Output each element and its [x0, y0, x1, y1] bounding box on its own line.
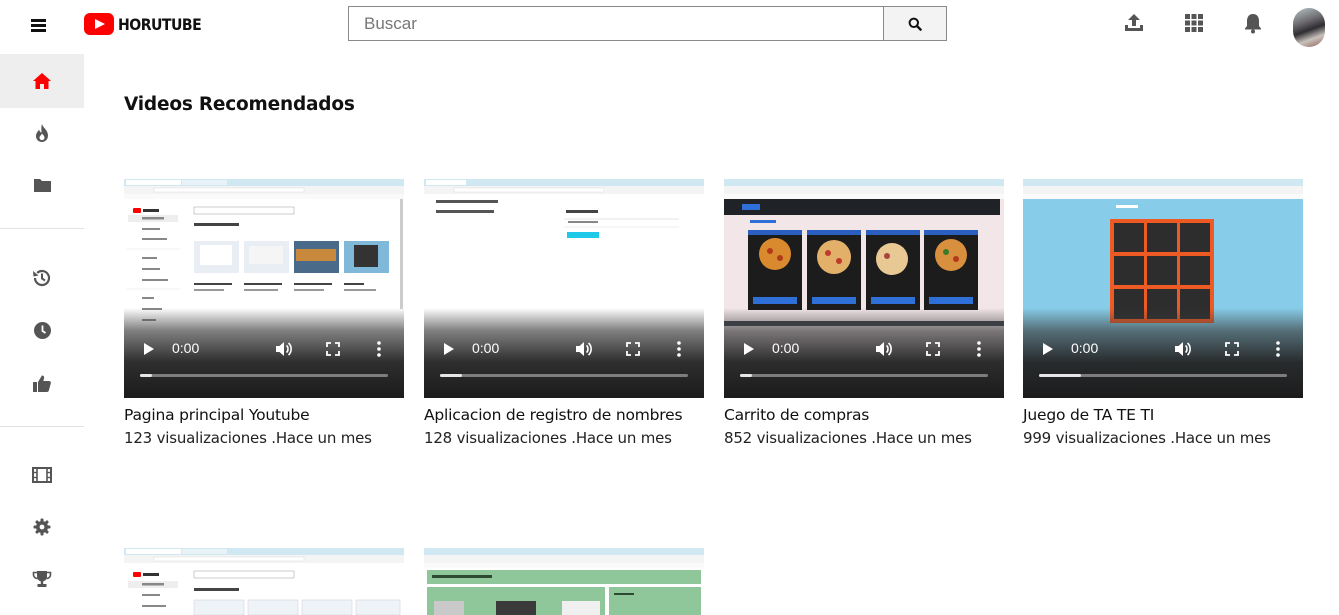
bell-icon[interactable]: [1241, 11, 1265, 35]
trophy-icon: [32, 571, 52, 587]
sidebar-item-watch-later[interactable]: [0, 303, 84, 357]
video-meta: 852 visualizaciones .Hace un mes: [724, 429, 972, 447]
play-icon[interactable]: [1041, 339, 1055, 359]
apps-grid-icon[interactable]: [1182, 11, 1206, 35]
video-player[interactable]: 0:00: [124, 179, 404, 398]
sidebar-item-trophy[interactable]: [0, 552, 84, 606]
video-thumbnail: [424, 548, 704, 615]
sidebar-item-trending[interactable]: [0, 106, 84, 160]
volume-icon[interactable]: [274, 339, 294, 359]
history-icon: [33, 269, 51, 287]
search-icon: [908, 17, 922, 31]
sidebar-item-films[interactable]: [0, 448, 84, 502]
search-button[interactable]: [883, 6, 947, 41]
progress-fill: [140, 374, 153, 377]
home-icon: [33, 73, 51, 89]
volume-icon[interactable]: [874, 339, 894, 359]
progress-bar[interactable]: [440, 374, 688, 377]
video-title[interactable]: Carrito de compras: [724, 406, 1024, 424]
video-thumbnail: [124, 548, 404, 615]
video-title[interactable]: Aplicacion de registro de nombres: [424, 406, 724, 424]
thumbs-up-icon: [33, 375, 51, 392]
video-meta: 999 visualizaciones .Hace un mes: [1023, 429, 1271, 447]
volume-icon[interactable]: [1173, 339, 1193, 359]
video-player[interactable]: [424, 548, 704, 615]
sidebar-item-folder[interactable]: [0, 158, 84, 212]
clock-icon: [33, 321, 51, 339]
progress-bar[interactable]: [740, 374, 988, 377]
logo-text: HORUTUBE: [118, 14, 202, 34]
video-title[interactable]: Pagina principal Youtube: [124, 406, 424, 424]
search-input[interactable]: [348, 6, 883, 41]
video-controls: 0:00: [424, 308, 704, 398]
video-meta: 128 visualizaciones .Hace un mes: [424, 429, 672, 447]
progress-fill: [740, 374, 753, 377]
fire-icon: [36, 124, 48, 142]
video-player[interactable]: 0:00: [1023, 179, 1303, 398]
play-icon[interactable]: [742, 339, 756, 359]
sidebar-item-home[interactable]: [0, 54, 84, 108]
video-time: 0:00: [1071, 340, 1099, 356]
more-options-icon[interactable]: [674, 339, 684, 359]
progress-fill: [1039, 374, 1082, 377]
logo[interactable]: HORUTUBE: [84, 11, 213, 37]
progress-fill: [440, 374, 463, 377]
fullscreen-icon[interactable]: [925, 339, 941, 359]
video-time: 0:00: [772, 340, 800, 356]
sidebar-item-liked[interactable]: [0, 356, 84, 410]
video-controls: 0:00: [1023, 308, 1303, 398]
film-icon: [32, 467, 52, 483]
play-icon[interactable]: [142, 339, 156, 359]
fullscreen-icon[interactable]: [625, 339, 641, 359]
gear-icon: [33, 518, 51, 536]
volume-icon[interactable]: [574, 339, 594, 359]
folder-icon: [33, 179, 51, 192]
more-options-icon[interactable]: [374, 339, 384, 359]
video-player[interactable]: 0:00: [424, 179, 704, 398]
video-player[interactable]: 0:00: [724, 179, 1004, 398]
fullscreen-icon[interactable]: [1224, 339, 1240, 359]
sidebar-divider: [0, 228, 84, 229]
more-options-icon[interactable]: [1273, 339, 1283, 359]
search-bar: [348, 6, 947, 41]
fullscreen-icon[interactable]: [325, 339, 341, 359]
video-controls: 0:00: [124, 308, 404, 398]
more-options-icon[interactable]: [974, 339, 984, 359]
progress-bar[interactable]: [140, 374, 388, 377]
section-title: Videos Recomendados: [124, 94, 355, 115]
sidebar: [0, 50, 84, 615]
avatar[interactable]: [1293, 8, 1325, 47]
video-meta: 123 visualizaciones .Hace un mes: [124, 429, 372, 447]
top-bar: HORUTUBE: [0, 0, 1339, 50]
sidebar-item-history[interactable]: [0, 251, 84, 305]
video-time: 0:00: [172, 340, 200, 356]
upload-icon[interactable]: [1122, 11, 1146, 35]
sidebar-divider: [0, 426, 84, 427]
play-logo-icon: [84, 13, 114, 35]
play-icon[interactable]: [442, 339, 456, 359]
video-controls: 0:00: [724, 308, 1004, 398]
menu-icon[interactable]: [26, 12, 52, 38]
sidebar-item-settings[interactable]: [0, 500, 84, 554]
progress-bar[interactable]: [1039, 374, 1287, 377]
video-player[interactable]: [124, 548, 404, 615]
video-title[interactable]: Juego de TA TE TI: [1023, 406, 1323, 424]
video-time: 0:00: [472, 340, 500, 356]
